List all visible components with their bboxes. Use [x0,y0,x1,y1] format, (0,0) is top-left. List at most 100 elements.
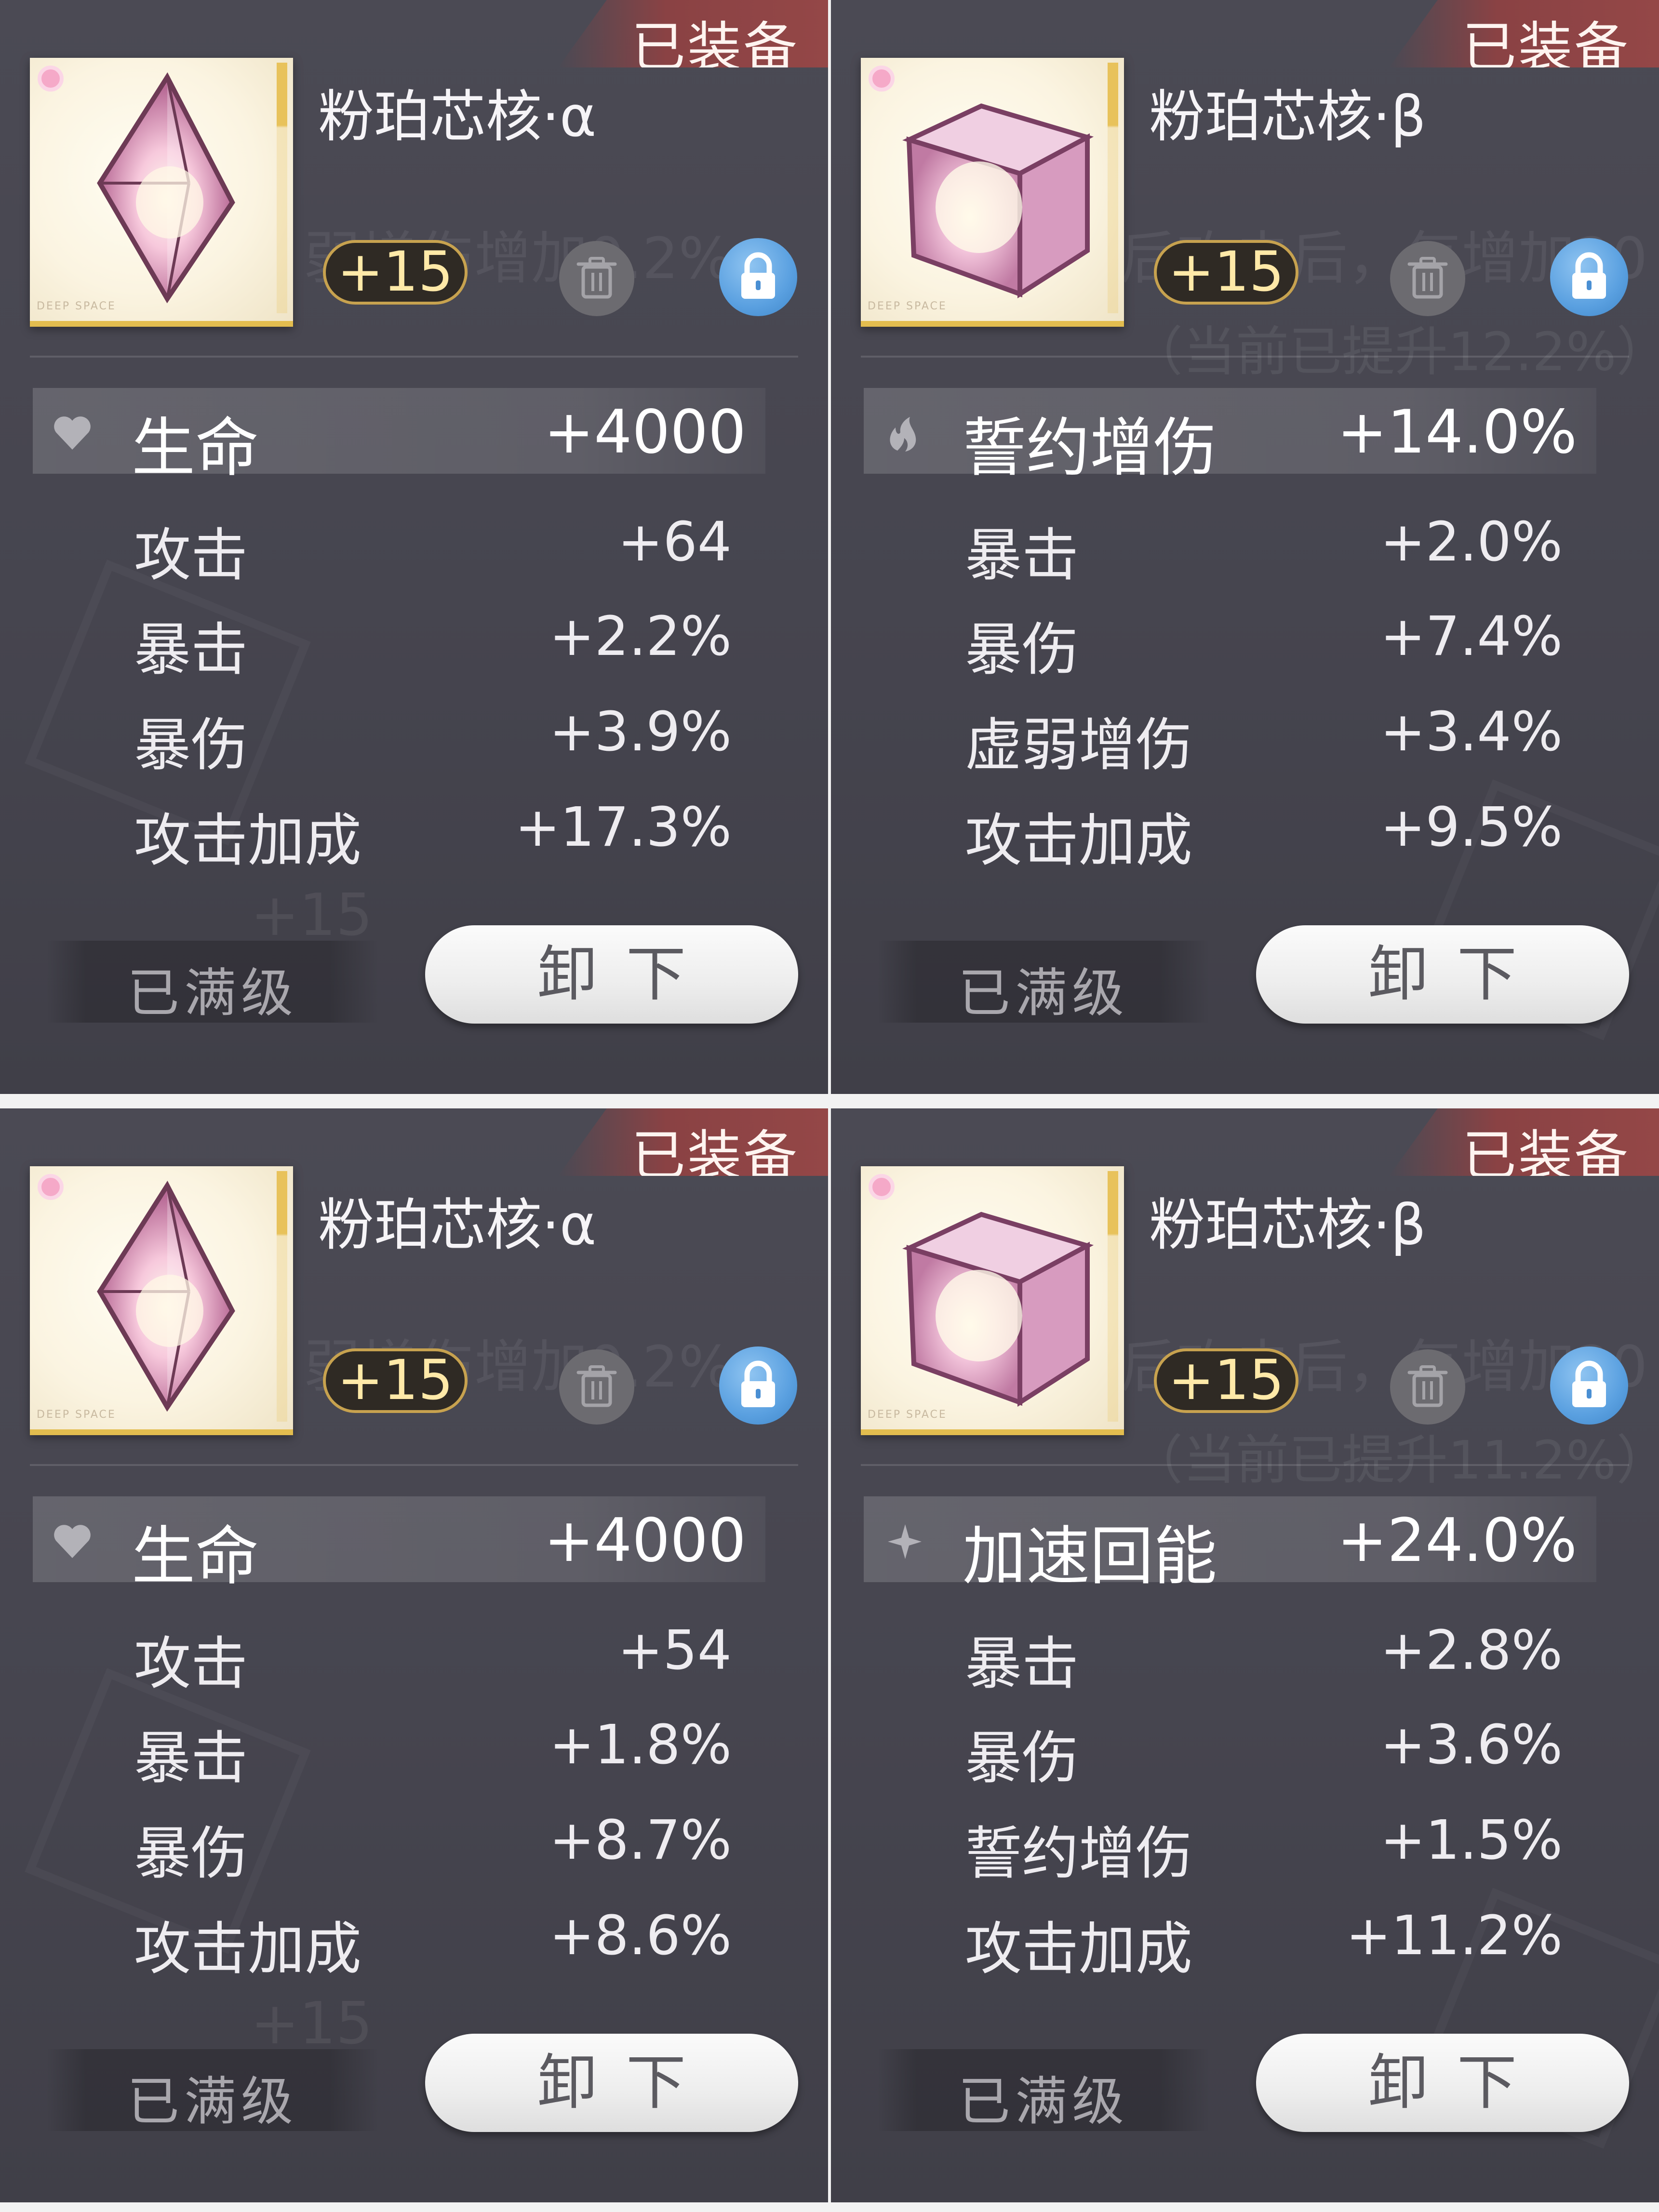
max-level-indicator: 已满级 [877,941,1210,1024]
main-stat-row: 生命 +4000 [33,388,765,485]
max-level-indicator: 已满级 [877,2049,1210,2132]
sub-stat-row: 虚弱增伤 +3.4% [965,699,1563,778]
sub-stat-label: 暴击 [965,522,1079,588]
lock-icon [741,252,775,299]
item-name: 粉珀芯核·α [318,84,597,149]
max-level-indicator: 已满级 [46,941,379,1024]
sparkle-icon [888,1524,922,1559]
sub-stat-value: +8.6% [549,1905,732,1967]
main-stat-label: 生命 [132,1519,259,1594]
unequip-button[interactable]: 卸下 [1256,2034,1629,2132]
equipped-badge: 已装备 [558,0,828,67]
thumbnail-label: DEEP SPACE [868,300,947,312]
trash-icon [1407,257,1448,299]
sub-stat-value: +2.8% [1380,1619,1563,1682]
sub-stat-value: +64 [617,511,732,573]
sub-stat-label: 攻击 [134,522,248,588]
main-stat-label: 誓约增伤 [963,411,1217,485]
equipment-card-alpha-1: 弱增伤增加0.2% +15 已装备 DEEP SPACE 粉珀芯核·α +15 … [0,0,828,1094]
equipment-card-beta-1: 后攻击后，每增加20 （当前已提升12.2%） 已装备 DEEP SPACE 粉… [831,0,1659,1094]
unequip-button[interactable]: 卸下 [425,2034,798,2132]
sub-stat-value: +3.9% [549,701,732,763]
sub-stat-value: +1.5% [1380,1809,1563,1872]
diamond-gem-icon [97,1180,235,1412]
sub-stat-row: 攻击加成 +9.5% [965,794,1563,874]
sub-stat-row: 攻击加成 +8.6% [134,1903,732,1982]
sub-stat-label: 攻击加成 [134,807,362,874]
discard-button[interactable] [1390,1349,1465,1425]
sub-stat-row: 暴击 +2.0% [965,509,1563,588]
background-ghost-level: +15 [251,1990,373,2057]
lock-button[interactable] [1550,238,1628,316]
sub-stat-label: 攻击加成 [965,807,1193,874]
divider [30,356,798,358]
thumbnail-label: DEEP SPACE [868,1409,947,1421]
sub-stat-row: 暴伤 +3.6% [965,1712,1563,1791]
sub-stat-row: 攻击加成 +11.2% [965,1903,1563,1982]
discard-button[interactable] [559,1349,634,1425]
cube-gem-icon [902,1212,1094,1407]
lock-button[interactable] [719,1346,797,1425]
lock-button[interactable] [719,238,797,316]
sub-stat-label: 暴击 [965,1630,1079,1697]
item-name: 粉珀芯核·α [318,1193,597,1258]
main-stat-label: 加速回能 [963,1519,1217,1594]
sub-stat-row: 暴击 +1.8% [134,1712,732,1791]
sub-stat-row: 誓约增伤 +1.5% [965,1807,1563,1887]
flame-icon [890,417,916,452]
core-thumbnail[interactable]: DEEP SPACE [861,58,1124,327]
sub-stat-value: +9.5% [1380,796,1563,859]
equipment-card-alpha-2: 弱增伤增加0.2% +15 已装备 DEEP SPACE 粉珀芯核·α +15 … [0,1108,828,2202]
discard-button[interactable] [1390,241,1465,316]
diamond-gem-icon [97,72,235,304]
sub-stat-value: +2.0% [1380,511,1563,573]
core-thumbnail[interactable]: DEEP SPACE [861,1166,1124,1435]
sub-stat-value: +7.4% [1380,605,1563,668]
divider [30,1464,798,1466]
sub-stat-value: +3.6% [1380,1714,1563,1776]
sub-stat-value: +1.8% [549,1714,732,1776]
sub-stat-label: 暴伤 [134,712,248,778]
discard-button[interactable] [559,241,634,316]
sub-stat-label: 暴伤 [134,1820,248,1887]
core-thumbnail[interactable]: DEEP SPACE [30,58,293,327]
lock-icon [741,1360,775,1407]
sub-stat-label: 暴击 [134,616,248,683]
equipment-card-beta-2: 后攻击后，每增加20 （当前已提升11.2%） 已装备 DEEP SPACE 粉… [831,1108,1659,2202]
unequip-button[interactable]: 卸下 [425,925,798,1024]
sub-stat-row: 攻击加成 +17.3% [134,794,732,874]
core-thumbnail[interactable]: DEEP SPACE [30,1166,293,1435]
background-ghost-level: +15 [251,882,373,949]
equipment-comparison-grid: 弱增伤增加0.2% +15 已装备 DEEP SPACE 粉珀芯核·α +15 … [0,0,1659,2212]
trash-icon [1407,1365,1448,1407]
divider [861,1464,1629,1466]
sub-stat-row: 暴击 +2.8% [965,1617,1563,1697]
trash-icon [576,1365,617,1407]
sub-stat-label: 攻击加成 [134,1916,362,1982]
unequip-button[interactable]: 卸下 [1256,925,1629,1024]
lock-button[interactable] [1550,1346,1628,1425]
main-stat-value: +4000 [544,1506,746,1575]
main-stat-row: 加速回能 +24.0% [864,1496,1596,1594]
sub-stat-label: 暴击 [134,1725,248,1791]
item-name: 粉珀芯核·β [1149,84,1426,149]
max-level-indicator: 已满级 [46,2049,379,2132]
lock-icon [1572,252,1606,299]
sub-stat-label: 暴伤 [965,616,1079,683]
sub-stat-row: 暴伤 +3.9% [134,699,732,778]
sub-stat-value: +54 [617,1619,732,1682]
heart-icon [54,416,91,450]
equipped-badge: 已装备 [558,1108,828,1176]
sub-stat-row: 暴击 +2.2% [134,603,732,683]
main-stat-label: 生命 [132,411,259,485]
sub-stat-row: 暴伤 +8.7% [134,1807,732,1887]
sub-stat-label: 虚弱增伤 [965,712,1193,778]
sub-stat-row: 攻击 +64 [134,509,732,588]
level-badge: +15 [323,1348,468,1413]
sub-stat-value: +17.3% [515,796,732,859]
thumbnail-label: DEEP SPACE [37,1409,116,1421]
heart-icon [54,1525,91,1558]
item-name: 粉珀芯核·β [1149,1193,1426,1258]
main-stat-value: +24.0% [1337,1506,1577,1575]
main-stat-value: +4000 [544,398,746,467]
